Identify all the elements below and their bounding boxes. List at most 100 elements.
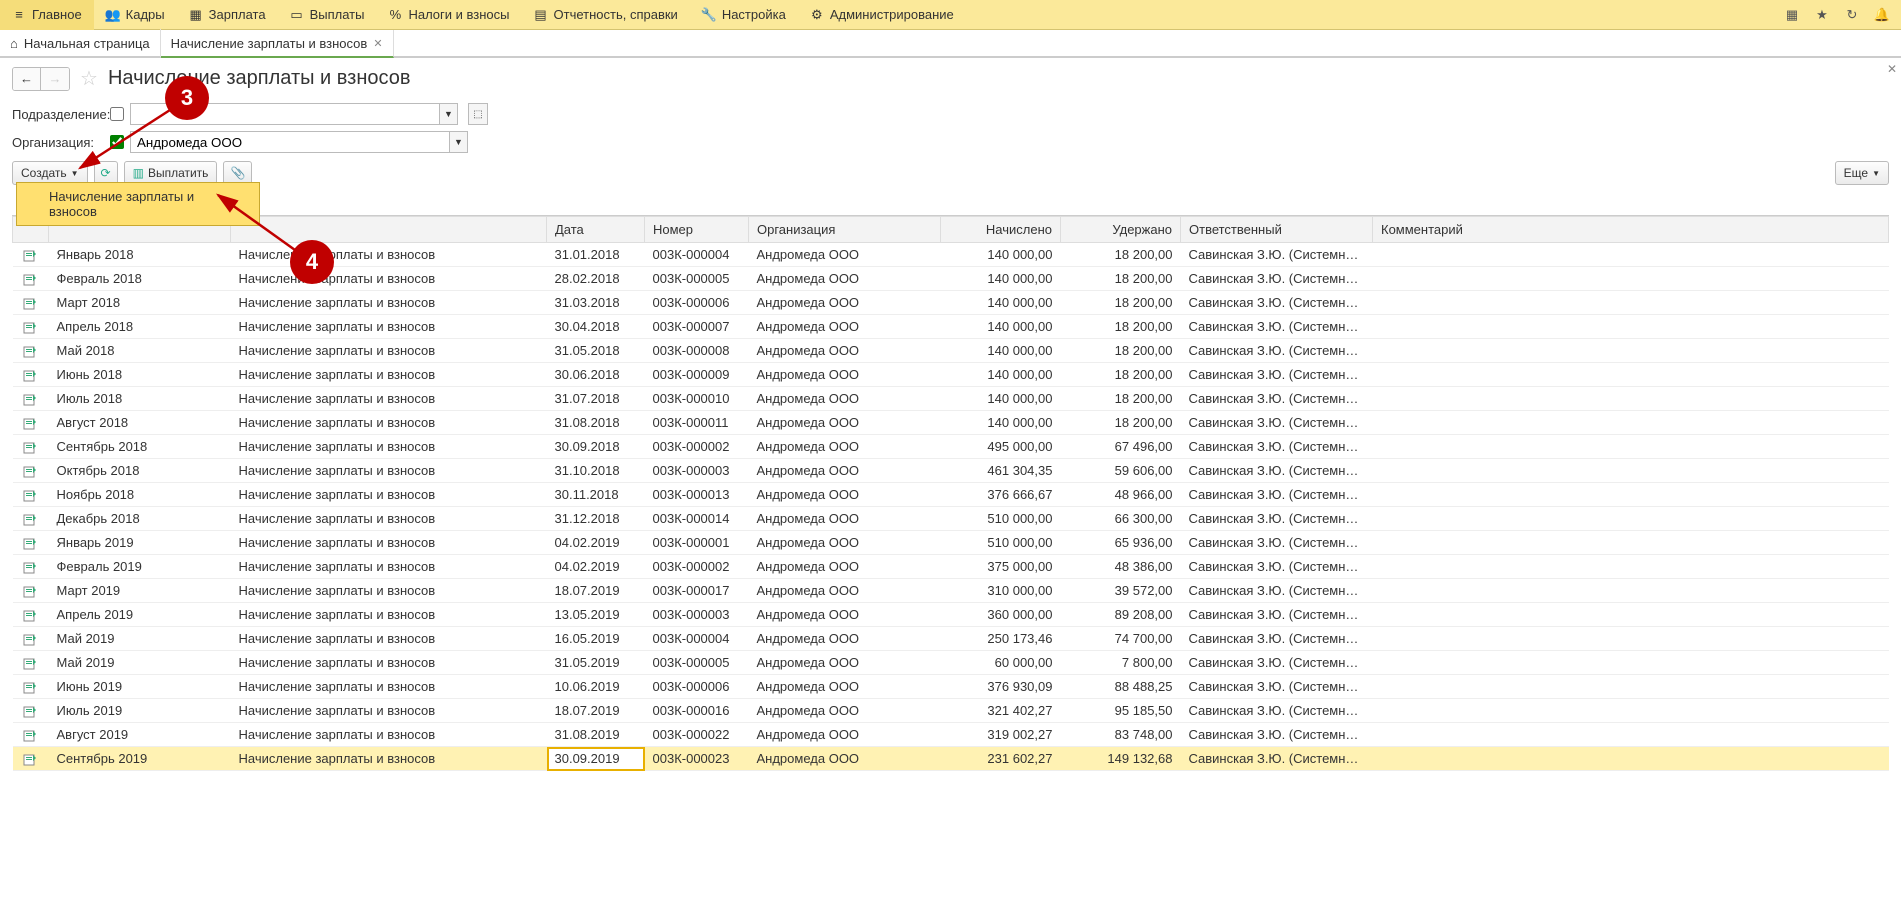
cell-withheld: 18 200,00 <box>1061 267 1181 291</box>
table-row[interactable]: Июль 2019Начисление зарплаты и взносов18… <box>13 699 1889 723</box>
history-icon[interactable]: ↻ <box>1841 4 1863 26</box>
filter-org-input[interactable] <box>130 131 450 153</box>
menu-icon: ≡ <box>12 8 26 22</box>
cell-icon <box>13 387 49 411</box>
th-number[interactable]: Номер <box>645 217 749 243</box>
dropdown-item-payroll[interactable]: Начисление зарплаты и взносов <box>19 185 257 223</box>
cell-withheld: 48 386,00 <box>1061 555 1181 579</box>
cell-type: Начисление зарплаты и взносов <box>231 651 547 675</box>
menu-salary[interactable]: ▦Зарплата <box>177 0 278 30</box>
menu-main[interactable]: ≡Главное <box>0 0 94 30</box>
th-accrued[interactable]: Начислено <box>941 217 1061 243</box>
cell-org: Андромеда ООО <box>749 363 941 387</box>
menu-payments-label: Выплаты <box>310 7 365 22</box>
cell-comment <box>1373 651 1889 675</box>
cell-resp: Савинская З.Ю. (Системный прогр... <box>1181 243 1373 267</box>
th-withheld[interactable]: Удержано <box>1061 217 1181 243</box>
cell-month: Сентябрь 2019 <box>49 747 231 771</box>
favorite-button[interactable]: ☆ <box>80 66 98 91</box>
th-org[interactable]: Организация <box>749 217 941 243</box>
th-resp[interactable]: Ответственный <box>1181 217 1373 243</box>
table-row[interactable]: Сентябрь 2018Начисление зарплаты и взнос… <box>13 435 1889 459</box>
cell-type: Начисление зарплаты и взносов <box>231 339 547 363</box>
bell-icon[interactable]: 🔔 <box>1871 4 1893 26</box>
page-title: Начисление зарплаты и взносов <box>108 67 411 90</box>
table-row[interactable]: Ноябрь 2018Начисление зарплаты и взносов… <box>13 483 1889 507</box>
table-row[interactable]: Август 2018Начисление зарплаты и взносов… <box>13 411 1889 435</box>
cell-withheld: 18 200,00 <box>1061 387 1181 411</box>
forward-button[interactable]: → <box>41 68 69 90</box>
table-row[interactable]: Сентябрь 2019Начисление зарплаты и взнос… <box>13 747 1889 771</box>
th-date[interactable]: Дата <box>547 217 645 243</box>
menu-taxes[interactable]: %Налоги и взносы <box>376 0 521 30</box>
cell-month: Январь 2018 <box>49 243 231 267</box>
cell-comment <box>1373 579 1889 603</box>
cell-date: 31.05.2019 <box>547 651 645 675</box>
cell-month: Сентябрь 2018 <box>49 435 231 459</box>
close-icon[interactable]: ✕ <box>373 37 382 50</box>
chevron-down-icon[interactable]: ▼ <box>450 131 468 153</box>
apps-icon[interactable]: ▦ <box>1781 4 1803 26</box>
cell-accrued: 310 000,00 <box>941 579 1061 603</box>
table-row[interactable]: Апрель 2019Начисление зарплаты и взносов… <box>13 603 1889 627</box>
document-icon <box>23 730 37 742</box>
tab-payroll[interactable]: Начисление зарплаты и взносов ✕ <box>161 30 394 58</box>
table-row[interactable]: Июнь 2019Начисление зарплаты и взносов10… <box>13 675 1889 699</box>
table-header-row: Дата Номер Организация Начислено Удержан… <box>13 217 1889 243</box>
back-button[interactable]: ← <box>13 68 41 90</box>
table-row[interactable]: Июль 2018Начисление зарплаты и взносов31… <box>13 387 1889 411</box>
cell-month: Апрель 2019 <box>49 603 231 627</box>
cell-type: Начисление зарплаты и взносов <box>231 411 547 435</box>
menu-admin[interactable]: ⚙Администрирование <box>798 0 966 30</box>
cell-withheld: 95 185,50 <box>1061 699 1181 723</box>
table-row[interactable]: Октябрь 2018Начисление зарплаты и взносо… <box>13 459 1889 483</box>
cell-type: Начисление зарплаты и взносов <box>231 699 547 723</box>
cell-resp: Савинская З.Ю. (Системный прогр... <box>1181 723 1373 747</box>
table-container: Дата Номер Организация Начислено Удержан… <box>12 215 1889 771</box>
page-content: ✕ ← → ☆ Начисление зарплаты и взносов По… <box>0 58 1901 779</box>
star-icon[interactable]: ★ <box>1811 4 1833 26</box>
filter-org-checkbox[interactable] <box>110 135 124 149</box>
cell-icon <box>13 339 49 363</box>
cell-date: 31.08.2019 <box>547 723 645 747</box>
cell-date: 04.02.2019 <box>547 555 645 579</box>
table-row[interactable]: Март 2019Начисление зарплаты и взносов18… <box>13 579 1889 603</box>
th-type[interactable] <box>231 217 547 243</box>
cell-org: Андромеда ООО <box>749 291 941 315</box>
more-button[interactable]: Еще ▼ <box>1835 161 1889 185</box>
tab-home[interactable]: ⌂ Начальная страница <box>0 29 161 57</box>
cell-comment <box>1373 507 1889 531</box>
cell-resp: Савинская З.Ю. (Системный прогр... <box>1181 651 1373 675</box>
cell-withheld: 89 208,00 <box>1061 603 1181 627</box>
chevron-down-icon[interactable]: ▼ <box>440 103 458 125</box>
cell-org: Андромеда ООО <box>749 339 941 363</box>
table-row[interactable]: Март 2018Начисление зарплаты и взносов31… <box>13 291 1889 315</box>
menu-hr[interactable]: 👥Кадры <box>94 0 177 30</box>
cell-type: Начисление зарплаты и взносов <box>231 747 547 771</box>
th-comment[interactable]: Комментарий <box>1373 217 1889 243</box>
table-row[interactable]: Июнь 2018Начисление зарплаты и взносов30… <box>13 363 1889 387</box>
cell-date: 31.03.2018 <box>547 291 645 315</box>
table-row[interactable]: Декабрь 2018Начисление зарплаты и взносо… <box>13 507 1889 531</box>
open-dialog-button[interactable]: ⬚ <box>468 103 488 125</box>
table-row[interactable]: Февраль 2019Начисление зарплаты и взносо… <box>13 555 1889 579</box>
cell-type: Начисление зарплаты и взносов <box>231 531 547 555</box>
table-row[interactable]: Август 2019Начисление зарплаты и взносов… <box>13 723 1889 747</box>
cell-comment <box>1373 459 1889 483</box>
table-row[interactable]: Май 2019Начисление зарплаты и взносов31.… <box>13 651 1889 675</box>
menu-settings[interactable]: 🔧Настройка <box>690 0 798 30</box>
cell-org: Андромеда ООО <box>749 723 941 747</box>
cell-number: 003К-000016 <box>645 699 749 723</box>
table-row[interactable]: Май 2018Начисление зарплаты и взносов31.… <box>13 339 1889 363</box>
cell-org: Андромеда ООО <box>749 411 941 435</box>
menu-reports[interactable]: ▤Отчетность, справки <box>522 0 690 30</box>
table-row[interactable]: Май 2019Начисление зарплаты и взносов16.… <box>13 627 1889 651</box>
table-row[interactable]: Апрель 2018Начисление зарплаты и взносов… <box>13 315 1889 339</box>
cell-month: Май 2019 <box>49 627 231 651</box>
page-close-button[interactable]: ✕ <box>1883 58 1901 80</box>
menu-payments[interactable]: ▭Выплаты <box>278 0 377 30</box>
cell-accrued: 495 000,00 <box>941 435 1061 459</box>
table-row[interactable]: Январь 2019Начисление зарплаты и взносов… <box>13 531 1889 555</box>
filter-department-checkbox[interactable] <box>110 107 124 121</box>
tab-home-label: Начальная страница <box>24 36 150 51</box>
